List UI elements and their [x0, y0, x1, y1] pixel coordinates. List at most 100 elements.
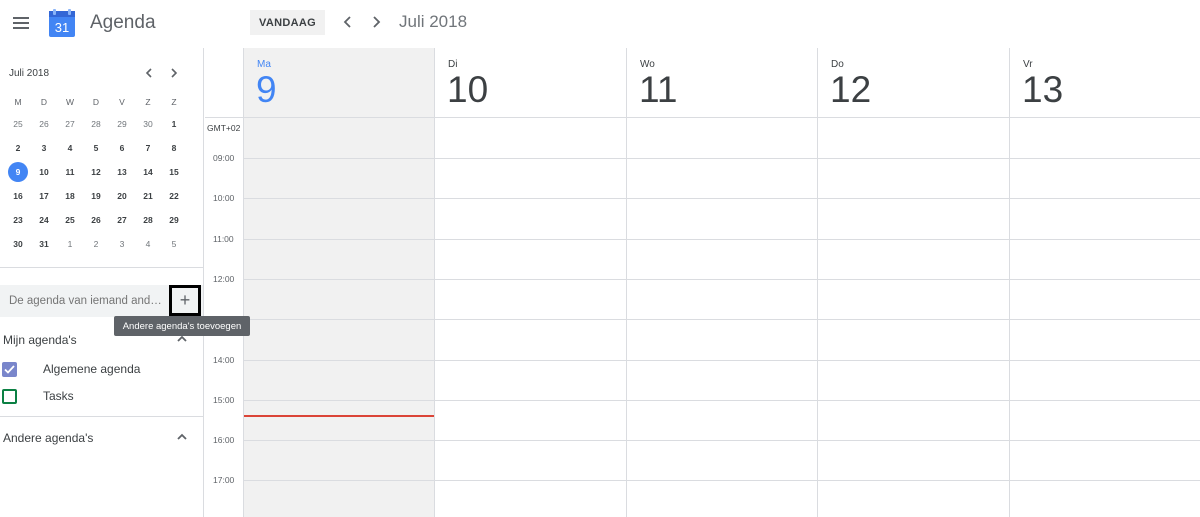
day-number: 6: [119, 143, 125, 153]
day-number: 25: [13, 119, 23, 129]
mini-calendar-day[interactable]: 21: [135, 184, 161, 208]
today-button[interactable]: VANDAAG: [250, 10, 325, 35]
logo-day-text: 31: [55, 20, 69, 35]
time-label: 09:00: [213, 153, 235, 163]
mini-calendar-day[interactable]: 16: [5, 184, 31, 208]
day-number: 3: [41, 143, 47, 153]
chevron-right-icon: [171, 68, 178, 78]
calendar-item-algemene-agenda[interactable]: Algemene agenda: [2, 359, 140, 379]
other-calendars-header[interactable]: Andere agenda's: [3, 431, 93, 445]
mini-calendar-day[interactable]: 5: [83, 136, 109, 160]
mini-calendar-day[interactable]: 9: [5, 160, 31, 184]
time-label: 11:00: [213, 234, 234, 244]
mini-calendar-day[interactable]: 26: [83, 208, 109, 232]
mini-calendar-previous-button[interactable]: [141, 64, 157, 82]
day-number: 28: [143, 215, 153, 225]
time-label: 15:00: [213, 395, 235, 405]
mini-calendar-day[interactable]: 29: [161, 208, 187, 232]
hour-gridline: [243, 279, 1200, 280]
day-number: 1: [171, 119, 177, 129]
mini-calendar-day[interactable]: 24: [31, 208, 57, 232]
hour-gridline: [243, 440, 1200, 441]
mini-calendar-day[interactable]: 20: [109, 184, 135, 208]
mini-calendar-day[interactable]: 7: [135, 136, 161, 160]
mini-calendar-day[interactable]: 6: [109, 136, 135, 160]
calendar-label: Tasks: [43, 389, 74, 403]
day-number: 2: [93, 239, 99, 249]
day-number[interactable]: 12: [830, 68, 871, 112]
hour-gridline: [243, 360, 1200, 361]
mini-calendar-next-button[interactable]: [166, 64, 182, 82]
mini-calendar-day[interactable]: 1: [161, 112, 187, 136]
search-people-input[interactable]: [0, 285, 166, 317]
day-number: 18: [65, 191, 75, 201]
mini-calendar-day[interactable]: 11: [57, 160, 83, 184]
mini-calendar-day[interactable]: 17: [31, 184, 57, 208]
mini-calendar-day[interactable]: 10: [31, 160, 57, 184]
mini-calendar-day[interactable]: 23: [5, 208, 31, 232]
day-number[interactable]: 9: [256, 68, 277, 112]
day-number: 2: [15, 143, 21, 153]
mini-calendar-day[interactable]: 27: [57, 112, 83, 136]
mini-calendar-day[interactable]: 1: [57, 232, 83, 256]
mini-calendar-week-row: 9 10 11 12 13 14 15: [5, 160, 187, 184]
mini-calendar-day[interactable]: 27: [109, 208, 135, 232]
day-number: 30: [13, 239, 23, 249]
weekday-label: D: [92, 97, 100, 107]
mini-calendar-day[interactable]: 28: [135, 208, 161, 232]
time-label: 10:00: [213, 193, 235, 203]
mini-calendar-day[interactable]: 8: [161, 136, 187, 160]
time-label: 12:00: [213, 274, 235, 284]
mini-calendar-day[interactable]: 15: [161, 160, 187, 184]
sidebar: Juli 2018 M D W D V Z Z 25 26 27 28 29 30 1 2 3 4 5 6 7 8 9 10…: [0, 48, 204, 517]
hour-gridline: [243, 158, 1200, 159]
day-header-di[interactable]: Di 10: [434, 48, 625, 117]
checkbox-checked[interactable]: [2, 361, 17, 377]
mini-calendar-day[interactable]: 31: [31, 232, 57, 256]
main-menu-button[interactable]: [6, 8, 36, 38]
weekday-label: V: [119, 97, 125, 107]
mini-calendar-day[interactable]: 5: [161, 232, 187, 256]
mini-calendar-day[interactable]: 4: [57, 136, 83, 160]
mini-calendar-day[interactable]: 30: [135, 112, 161, 136]
day-number: 21: [143, 191, 153, 201]
top-app-bar: 31 Agenda VANDAAG Juli 2018: [0, 0, 1200, 48]
calendar-logo-icon[interactable]: 31: [48, 9, 77, 38]
mini-calendar-day[interactable]: 3: [109, 232, 135, 256]
mini-calendar-day[interactable]: 25: [57, 208, 83, 232]
day-number: 30: [143, 119, 153, 129]
mini-calendar-day[interactable]: 30: [5, 232, 31, 256]
mini-calendar-day[interactable]: 26: [31, 112, 57, 136]
mini-calendar-day[interactable]: 28: [83, 112, 109, 136]
mini-calendar-day[interactable]: 2: [83, 232, 109, 256]
day-number[interactable]: 11: [639, 68, 677, 112]
day-column-divider: [434, 48, 435, 517]
my-calendars-header[interactable]: Mijn agenda's: [3, 333, 77, 347]
other-calendars-collapse-button[interactable]: [175, 430, 189, 444]
day-header-vr[interactable]: Vr 13: [1009, 48, 1200, 117]
mini-calendar-day[interactable]: 12: [83, 160, 109, 184]
mini-calendar-day[interactable]: 18: [57, 184, 83, 208]
day-number: 26: [91, 215, 101, 225]
day-number[interactable]: 10: [447, 68, 488, 112]
next-week-button[interactable]: [366, 11, 386, 33]
mini-calendar-day[interactable]: 19: [83, 184, 109, 208]
checkbox-unchecked[interactable]: [2, 388, 17, 404]
mini-calendar-day[interactable]: 29: [109, 112, 135, 136]
day-number: 24: [39, 215, 49, 225]
day-header-wo[interactable]: Wo 11: [626, 48, 817, 117]
mini-calendar-day[interactable]: 14: [135, 160, 161, 184]
calendar-item-tasks[interactable]: Tasks: [2, 386, 74, 406]
day-number: 23: [13, 215, 23, 225]
day-header-do[interactable]: Do 12: [817, 48, 1008, 117]
add-other-calendars-button[interactable]: +: [169, 285, 201, 316]
previous-week-button[interactable]: [338, 11, 358, 33]
mini-calendar-day[interactable]: 13: [109, 160, 135, 184]
mini-calendar-day[interactable]: 25: [5, 112, 31, 136]
mini-calendar-day[interactable]: 3: [31, 136, 57, 160]
day-header-ma[interactable]: Ma 9: [243, 48, 434, 117]
day-number[interactable]: 13: [1022, 68, 1063, 112]
mini-calendar-day[interactable]: 4: [135, 232, 161, 256]
mini-calendar-day[interactable]: 2: [5, 136, 31, 160]
mini-calendar-day[interactable]: 22: [161, 184, 187, 208]
